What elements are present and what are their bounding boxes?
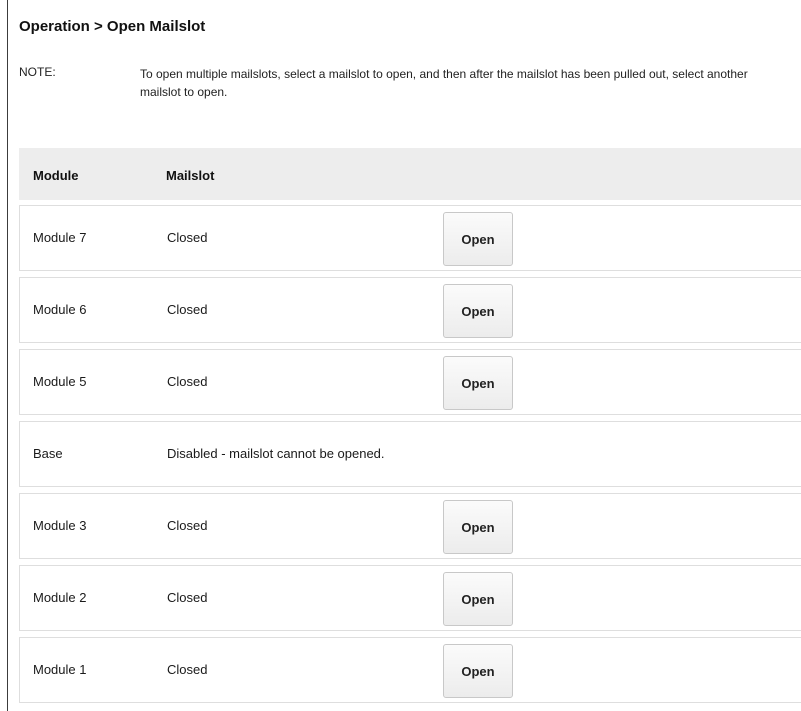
module-name: Base (33, 446, 63, 461)
mailslot-status: Closed (167, 302, 208, 317)
table-row-module-5: Module 5 Closed Open (19, 349, 801, 415)
content-panel: Operation > Open Mailslot NOTE: To open … (7, 0, 801, 711)
table-header: Module Mailslot (19, 148, 801, 200)
open-mailslot-button[interactable]: Open (443, 500, 513, 554)
module-name: Module 7 (33, 230, 87, 245)
module-name: Module 1 (33, 662, 87, 677)
module-name: Module 6 (33, 302, 87, 317)
column-header-mailslot: Mailslot (166, 168, 215, 183)
module-name: Module 3 (33, 518, 87, 533)
table-row-module-3: Module 3 Closed Open (19, 493, 801, 559)
mailslot-status: Closed (167, 590, 208, 605)
table-row-module-6: Module 6 Closed Open (19, 277, 801, 343)
table-row-module-7: Module 7 Closed Open (19, 205, 801, 271)
module-name: Module 5 (33, 374, 87, 389)
mailslot-status: Closed (167, 230, 208, 245)
table-row-module-1: Module 1 Closed Open (19, 637, 801, 703)
mailslot-status: Closed (167, 662, 208, 677)
open-mailslot-button[interactable]: Open (443, 356, 513, 410)
column-header-module: Module (33, 168, 79, 183)
open-mailslot-button[interactable]: Open (443, 572, 513, 626)
table-row-module-2: Module 2 Closed Open (19, 565, 801, 631)
page-title: Operation > Open Mailslot (19, 18, 206, 35)
table-row-base: Base Disabled - mailslot cannot be opene… (19, 421, 801, 487)
open-mailslot-button[interactable]: Open (443, 644, 513, 698)
open-mailslot-button[interactable]: Open (443, 212, 513, 266)
mailslot-status: Closed (167, 518, 208, 533)
open-mailslot-button[interactable]: Open (443, 284, 513, 338)
module-name: Module 2 (33, 590, 87, 605)
mailslot-status: Closed (167, 374, 208, 389)
note-label: NOTE: (19, 65, 56, 79)
mailslot-status: Disabled - mailslot cannot be opened. (167, 446, 385, 461)
note-text: To open multiple mailslots, select a mai… (140, 67, 748, 99)
